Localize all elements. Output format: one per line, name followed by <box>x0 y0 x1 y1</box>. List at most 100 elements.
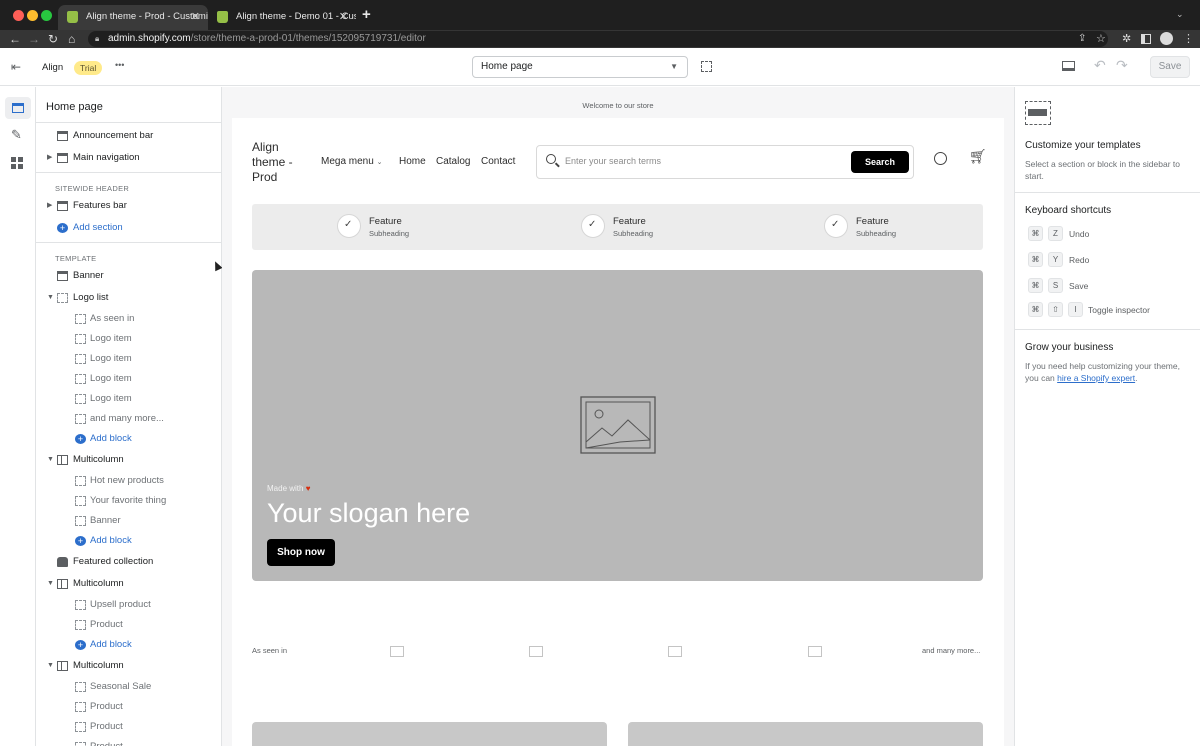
caret-right-icon[interactable]: ▶ <box>47 196 52 216</box>
image-placeholder-icon <box>580 396 656 454</box>
profile-avatar[interactable] <box>1160 32 1173 45</box>
section-announcement-bar[interactable]: Announcement bar <box>36 126 221 146</box>
section-banner[interactable]: Banner <box>36 266 221 286</box>
grow-text-suffix: . <box>1135 373 1138 383</box>
back-icon[interactable]: ← <box>9 31 21 47</box>
block-item[interactable]: Product <box>36 615 221 635</box>
nav-link-home[interactable]: Home <box>399 156 426 167</box>
desktop-preview-icon[interactable] <box>1062 61 1075 71</box>
block-label: Product <box>90 721 123 732</box>
key-cmd: ⌘ <box>1028 302 1043 317</box>
features-bar[interactable]: ✓ Feature Subheading ✓ Feature Subheadin… <box>252 204 983 250</box>
block-item[interactable]: Banner <box>36 511 221 531</box>
cart-icon[interactable]: 🛒︎ <box>969 148 987 165</box>
caret-down-icon[interactable]: ▼ <box>47 450 54 470</box>
block-item[interactable]: As seen in <box>36 309 221 329</box>
sections-sidebar: Home page Announcement bar ▶ Main naviga… <box>36 87 222 746</box>
nav-link-contact[interactable]: Contact <box>481 156 515 167</box>
key-cmd: ⌘ <box>1028 252 1043 267</box>
block-item[interactable]: Logo item <box>36 369 221 389</box>
page-select[interactable]: Home page ▼ <box>472 56 688 78</box>
block-label: Banner <box>90 515 121 526</box>
caret-down-icon[interactable]: ▼ <box>47 574 54 594</box>
block-item[interactable]: and many more... <box>36 409 221 429</box>
caret-down-icon[interactable]: ▼ <box>47 656 54 676</box>
hire-expert-link[interactable]: hire a Shopify expert <box>1057 373 1135 383</box>
lock-icon: 🔒︎ <box>95 34 100 43</box>
block-item[interactable]: Upsell product <box>36 595 221 615</box>
browser-tab[interactable]: Align theme - Demo 01 - Cust ✕ <box>208 5 356 30</box>
undo-icon[interactable]: ↶ <box>1094 57 1106 74</box>
theme-settings-brush-icon[interactable]: ✎ <box>11 127 22 143</box>
tab-list-chevron-icon[interactable]: ⌄ <box>1176 9 1184 20</box>
add-block-button[interactable]: + Add block <box>36 429 221 449</box>
new-tab-button[interactable]: + <box>362 6 371 23</box>
key-shift: ⇧ <box>1048 302 1063 317</box>
close-tab-icon[interactable]: ✕ <box>191 5 200 29</box>
multicolumn-card[interactable] <box>252 722 607 746</box>
block-item[interactable]: Logo item <box>36 329 221 349</box>
hero-banner[interactable]: Made with ♥ Your slogan here Shop now <box>252 270 983 581</box>
section-label: Features bar <box>73 200 127 211</box>
reload-icon[interactable]: ↻ <box>48 31 58 47</box>
caret-right-icon[interactable]: ▶ <box>47 148 52 168</box>
chevron-down-icon: ▼ <box>670 62 678 71</box>
add-block-button[interactable]: + Add block <box>36 531 221 551</box>
exit-editor-icon[interactable]: ⇤ <box>11 60 21 74</box>
minimize-window-button[interactable] <box>27 10 38 21</box>
logo-placeholder-icon <box>390 646 404 657</box>
sidebar-toggle-icon[interactable] <box>1141 34 1151 44</box>
close-tab-icon[interactable]: ✕ <box>339 5 348 29</box>
block-item[interactable]: Your favorite thing <box>36 491 221 511</box>
block-item[interactable]: Logo item <box>36 349 221 369</box>
block-item[interactable]: Product <box>36 737 221 746</box>
account-icon[interactable] <box>934 152 947 165</box>
close-window-button[interactable] <box>13 10 24 21</box>
search-bar[interactable]: Enter your search terms Search <box>536 145 914 179</box>
block-item[interactable]: Seasonal Sale <box>36 677 221 697</box>
logo-placeholder-icon <box>529 646 543 657</box>
section-logo-list[interactable]: ▼ Logo list <box>36 288 221 308</box>
block-item[interactable]: Product <box>36 717 221 737</box>
url-field[interactable]: 🔒︎ admin.shopify.com/store/theme-a-prod-… <box>88 31 1108 47</box>
more-actions-button[interactable]: ••• <box>115 60 124 70</box>
multicolumn-card[interactable] <box>628 722 983 746</box>
section-multicolumn[interactable]: ▼ Multicolumn <box>36 450 221 470</box>
block-item[interactable]: Product <box>36 697 221 717</box>
bookmark-star-icon[interactable]: ☆ <box>1096 31 1106 47</box>
section-main-navigation[interactable]: ▶ Main navigation <box>36 148 221 168</box>
maximize-window-button[interactable] <box>41 10 52 21</box>
caret-down-icon[interactable]: ▼ <box>47 288 54 308</box>
block-label: Product <box>90 737 123 746</box>
section-features-bar[interactable]: ▶ Features bar <box>36 196 221 216</box>
app-embeds-icon[interactable] <box>11 157 23 169</box>
forward-icon[interactable]: → <box>28 31 40 47</box>
add-block-button[interactable]: + Add block <box>36 635 221 655</box>
search-button[interactable]: Search <box>851 151 909 173</box>
browser-tab-active[interactable]: Align theme - Prod - Customiz ✕ <box>58 5 208 30</box>
menu-kebab-icon[interactable]: ⋮ <box>1183 31 1194 47</box>
extensions-puzzle-icon[interactable]: ✲ <box>1122 31 1131 47</box>
share-icon[interactable]: ⇪ <box>1078 31 1086 47</box>
section-multicolumn[interactable]: ▼ Multicolumn <box>36 656 221 676</box>
inspector-select-icon[interactable] <box>701 61 712 72</box>
section-featured-collection[interactable]: Featured collection <box>36 552 221 572</box>
block-label: Product <box>90 701 123 712</box>
block-icon <box>75 354 86 364</box>
nav-link-catalog[interactable]: Catalog <box>436 156 470 167</box>
section-multicolumn[interactable]: ▼ Multicolumn <box>36 574 221 594</box>
shop-now-button[interactable]: Shop now <box>267 539 335 566</box>
section-icon <box>57 271 68 281</box>
save-button[interactable]: Save <box>1150 56 1190 78</box>
store-logo-text[interactable]: Align theme - Prod <box>252 140 312 185</box>
plus-circle-icon: + <box>57 223 68 233</box>
home-icon[interactable]: ⌂ <box>68 31 75 47</box>
sections-icon <box>12 103 24 113</box>
block-item[interactable]: Logo item <box>36 389 221 409</box>
block-item[interactable]: Hot new products <box>36 471 221 491</box>
nav-link-mega-menu[interactable]: Mega menu ⌄ <box>321 156 382 167</box>
sections-tab[interactable] <box>5 97 31 119</box>
redo-icon[interactable]: ↷ <box>1116 57 1128 74</box>
add-section-button[interactable]: + Add section <box>36 218 221 238</box>
block-icon <box>75 374 86 384</box>
